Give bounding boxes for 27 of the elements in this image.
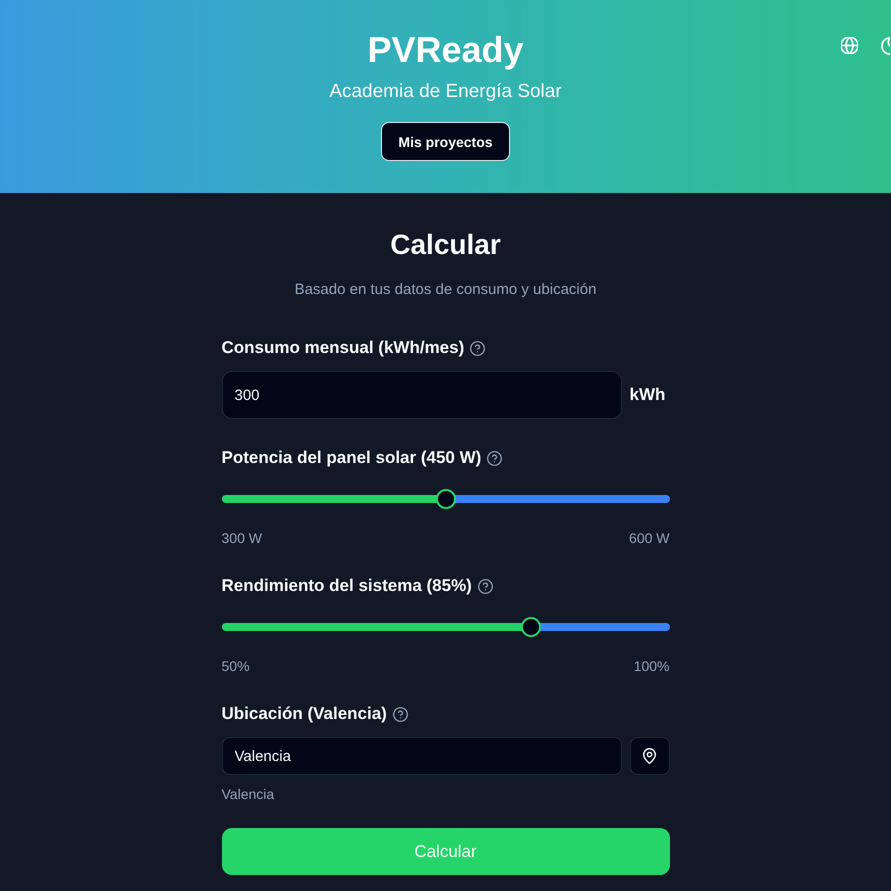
max-label: 600 W xyxy=(629,529,670,547)
slider-thumb[interactable] xyxy=(436,489,456,509)
location-input[interactable]: Valencia xyxy=(222,737,622,775)
field-label: Rendimiento del sistema (85%) xyxy=(222,575,472,597)
field-label: Potencia del panel solar (450 W) xyxy=(222,447,482,469)
min-label: 50% xyxy=(222,657,250,675)
help-icon[interactable] xyxy=(392,706,408,722)
help-icon[interactable] xyxy=(487,450,502,466)
max-label: 100% xyxy=(634,657,670,675)
projects-button[interactable]: Mis proyectos xyxy=(381,122,510,161)
slider-track[interactable] xyxy=(222,489,670,509)
consumption-input[interactable]: 300 xyxy=(222,371,622,419)
section-subtitle: Basado en tus datos de consumo y ubicación xyxy=(294,280,598,300)
app-subtitle: Academia de Energía Solar xyxy=(329,80,562,104)
slider-thumb[interactable] xyxy=(521,617,542,637)
locate-button[interactable] xyxy=(630,737,670,775)
section-title: Calcular xyxy=(389,228,502,262)
field-label: Ubicación (Valencia) xyxy=(222,703,387,725)
slider-track[interactable] xyxy=(222,617,670,637)
map-pin-icon xyxy=(643,748,656,764)
help-icon[interactable] xyxy=(478,578,493,594)
min-label: 300 W xyxy=(222,529,262,547)
unit-label: kWh xyxy=(630,385,666,405)
help-icon[interactable] xyxy=(470,340,486,356)
app-title: PVReady xyxy=(367,28,524,72)
location-hint: Valencia xyxy=(222,785,276,803)
field-label: Consumo mensual (kWh/mes) xyxy=(222,337,464,359)
